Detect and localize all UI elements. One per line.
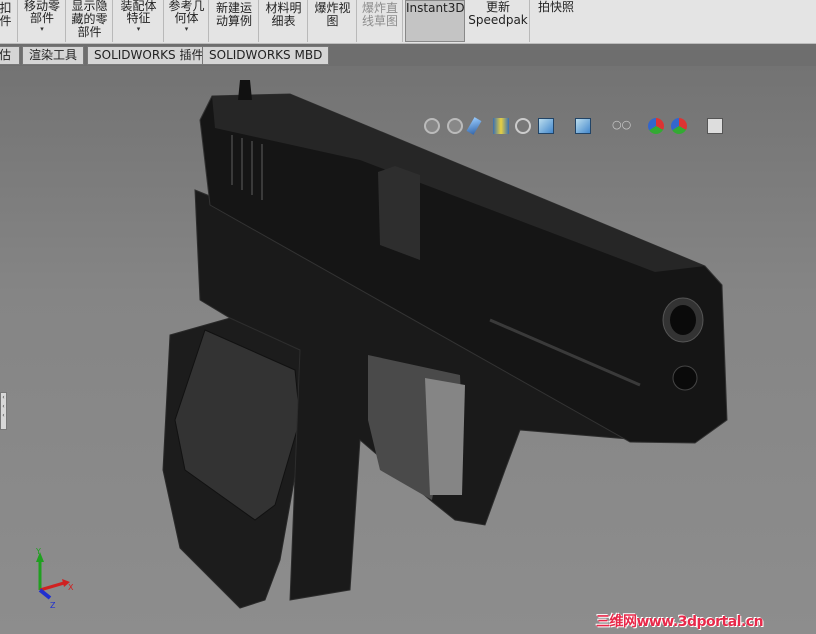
x-axis — [40, 583, 64, 590]
label: 细表 — [260, 15, 307, 28]
watermark: 三维网www.3dportal.cn — [596, 611, 763, 631]
reference-triad: Y X Z — [30, 546, 80, 616]
x-label: X — [68, 583, 74, 592]
edit-appearance-icon[interactable] — [648, 118, 664, 134]
z-axis — [40, 590, 50, 598]
label: Speedpak — [467, 14, 529, 27]
take-snapshot-button[interactable]: 拍快照 — [531, 0, 581, 42]
label: 部件 — [19, 12, 65, 24]
apply-scene-icon[interactable] — [671, 118, 687, 134]
reference-geometry-button[interactable]: 参考几何体▾ — [165, 0, 209, 42]
view-orientation-icon[interactable] — [538, 118, 554, 134]
tab-evaluate[interactable]: 估 — [0, 46, 20, 65]
view-settings-icon[interactable] — [707, 118, 723, 134]
y-label: Y — [35, 547, 41, 556]
exploded-view-button[interactable]: 爆炸视图 — [309, 0, 357, 42]
panel-expand-handle[interactable]: ‹‹‹ — [0, 392, 7, 430]
label: 件 — [0, 15, 17, 28]
label: 图 — [309, 15, 356, 28]
label: 何体 — [165, 12, 208, 24]
heads-up-view-toolbar: ○○ — [0, 116, 816, 136]
zoom-to-fit-icon[interactable] — [424, 118, 440, 134]
hide-show-items-icon[interactable]: ○○ — [612, 118, 628, 134]
previous-view-icon[interactable] — [467, 117, 482, 135]
instant3d-button[interactable]: Instant3D — [405, 0, 465, 42]
label: 部件 — [67, 26, 112, 39]
dropdown-arrow-icon[interactable]: ▾ — [114, 25, 163, 33]
tab-solidworks-addins[interactable]: SOLIDWORKS 插件 — [87, 46, 210, 65]
display-style-icon[interactable] — [575, 118, 591, 134]
label: 拍快照 — [531, 1, 581, 14]
rear-sight — [238, 80, 252, 100]
move-component-button[interactable]: 移动零部件▾ — [19, 0, 66, 42]
z-label: Z — [50, 601, 56, 610]
ejection-port — [378, 166, 420, 260]
graphics-area[interactable]: ○○ ‹‹‹ Y X Z — [0, 66, 816, 634]
bill-of-materials-button[interactable]: 材料明细表 — [260, 0, 308, 42]
label: 特征 — [114, 12, 163, 24]
label: Instant3D — [406, 2, 464, 15]
show-hidden-components-button[interactable]: 显示隐藏的零部件 — [67, 0, 113, 42]
section-view-icon[interactable] — [493, 118, 509, 134]
new-motion-study-button[interactable]: 新建运动算例 — [210, 0, 259, 42]
dynamic-annotation-icon[interactable] — [515, 118, 531, 134]
explode-line-sketch-button[interactable]: 爆炸直线草图 — [358, 0, 403, 42]
tab-render-tools[interactable]: 渲染工具 — [22, 46, 84, 65]
update-speedpak-button[interactable]: 更新Speedpak — [467, 0, 530, 42]
pistol-model — [0, 66, 816, 634]
assembly-features-button[interactable]: 装配体特征▾ — [114, 0, 164, 42]
tab-solidworks-mbd[interactable]: SOLIDWORKS MBD — [202, 46, 329, 65]
dropdown-arrow-icon[interactable]: ▾ — [19, 25, 65, 33]
command-manager-toolbar: 扣件 移动零部件▾ 显示隐藏的零部件 装配体特征▾ 参考几何体▾ 新建运动算例 … — [0, 0, 816, 44]
command-tabs: 估 渲染工具 SOLIDWORKS 插件 SOLIDWORKS MBD — [0, 44, 816, 66]
trigger-gap — [425, 378, 465, 495]
rail-hole — [673, 366, 697, 390]
label: 线草图 — [358, 15, 402, 28]
zoom-to-area-icon[interactable] — [447, 118, 463, 134]
bore — [670, 305, 696, 335]
dropdown-arrow-icon[interactable]: ▾ — [165, 25, 208, 33]
tool-partial-button[interactable]: 扣件 — [0, 0, 18, 42]
label: 动算例 — [210, 15, 258, 28]
